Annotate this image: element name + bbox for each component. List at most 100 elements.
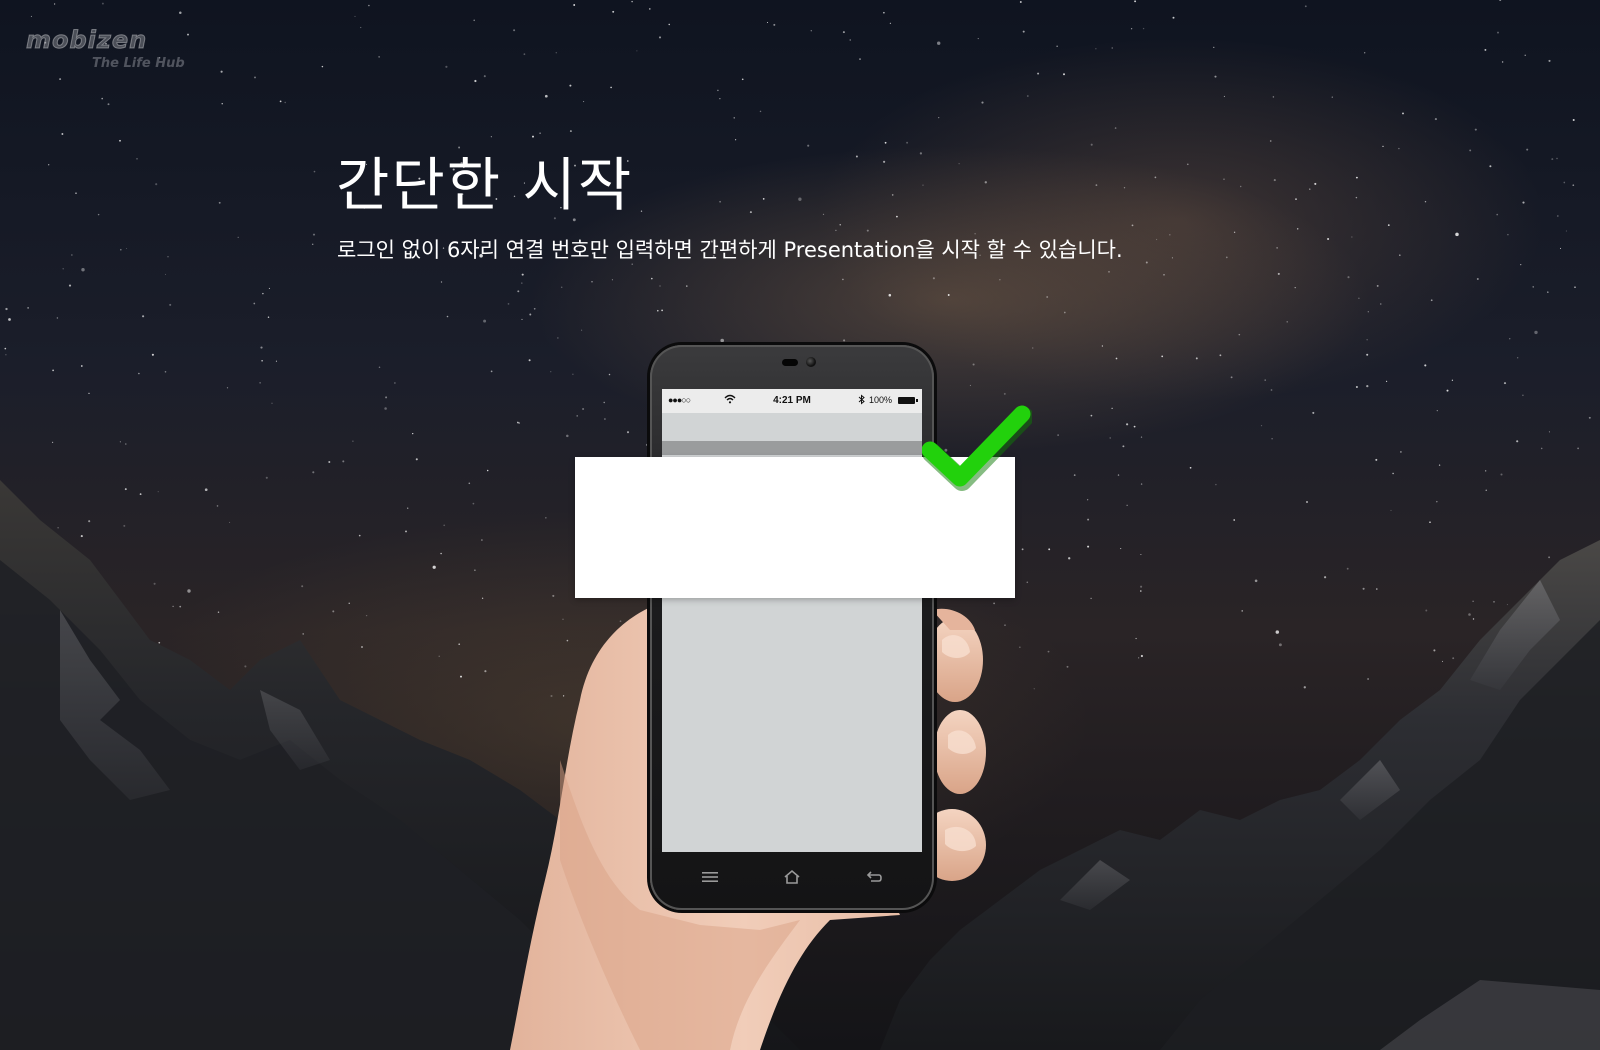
star [1101, 345, 1104, 347]
star [539, 132, 541, 135]
star [1367, 311, 1369, 313]
star [661, 309, 663, 312]
star [1485, 470, 1487, 472]
star [139, 493, 142, 495]
star [1304, 5, 1307, 8]
star [822, 213, 825, 216]
star [1506, 604, 1508, 606]
star [1366, 339, 1368, 341]
star [1090, 414, 1093, 417]
mobizen-logo[interactable]: mobizen The Life Hub [26, 26, 186, 74]
star [187, 33, 189, 36]
star [57, 527, 59, 529]
back-icon[interactable] [854, 863, 894, 891]
star [1238, 333, 1241, 336]
star [1163, 273, 1165, 276]
star [1264, 379, 1266, 381]
star [61, 133, 64, 135]
star [312, 471, 315, 474]
star [640, 210, 643, 212]
star [888, 293, 892, 297]
menu-icon[interactable] [690, 863, 730, 891]
star [1122, 445, 1125, 448]
star [473, 19, 475, 22]
star [972, 363, 975, 366]
star [368, 4, 370, 7]
star [1156, 238, 1158, 241]
star [1109, 437, 1111, 439]
star [889, 22, 892, 24]
star [445, 65, 448, 68]
star [557, 337, 559, 339]
star [164, 273, 167, 275]
star [1161, 355, 1164, 358]
star [1362, 587, 1365, 590]
star [1532, 286, 1534, 288]
star [1057, 434, 1059, 436]
star [1138, 657, 1140, 659]
star [1364, 52, 1366, 54]
star [405, 530, 407, 533]
star [1547, 291, 1549, 293]
star [460, 675, 462, 678]
star [1518, 620, 1520, 622]
star [412, 432, 414, 435]
star [1314, 182, 1317, 185]
star [1446, 389, 1449, 392]
star [1225, 256, 1228, 259]
star [1474, 128, 1477, 131]
star [97, 213, 100, 216]
star [407, 507, 409, 509]
star [1140, 585, 1143, 588]
phone-status-bar: ●●●○○ 4:21 PM 100% [662, 389, 922, 413]
star [1551, 158, 1554, 161]
star [221, 103, 223, 105]
star [984, 181, 987, 184]
checkmark-icon [922, 405, 1032, 491]
star [284, 101, 286, 104]
star [1563, 181, 1566, 184]
star [328, 460, 331, 464]
star [1452, 657, 1455, 660]
star [603, 401, 605, 404]
star [1114, 127, 1117, 129]
star [415, 458, 418, 461]
star [648, 8, 651, 10]
star [1526, 148, 1529, 151]
home-icon[interactable] [772, 863, 812, 891]
star [583, 101, 585, 103]
star [1438, 464, 1441, 466]
star [611, 279, 613, 281]
star [1046, 296, 1049, 298]
star [80, 535, 83, 538]
star [1546, 604, 1549, 607]
star [153, 582, 156, 585]
star [686, 285, 688, 287]
star [766, 21, 769, 24]
star [573, 4, 576, 6]
star [1068, 557, 1071, 560]
star [1032, 347, 1034, 349]
star [27, 307, 29, 309]
star [932, 277, 935, 280]
star [1087, 545, 1090, 548]
star [348, 602, 350, 604]
star [544, 94, 548, 98]
star [1380, 303, 1382, 305]
star [267, 316, 270, 318]
star [1382, 145, 1384, 148]
star [977, 38, 979, 40]
star [1063, 311, 1066, 314]
star [187, 589, 191, 593]
star [483, 319, 487, 323]
star [1556, 157, 1558, 160]
star [1286, 321, 1288, 323]
star [432, 565, 436, 569]
star [1548, 556, 1551, 559]
phone-nav-bar [662, 855, 922, 901]
star [1145, 261, 1148, 264]
star [1126, 504, 1128, 506]
star [1471, 660, 1473, 662]
star [1140, 654, 1143, 658]
star [521, 318, 523, 320]
